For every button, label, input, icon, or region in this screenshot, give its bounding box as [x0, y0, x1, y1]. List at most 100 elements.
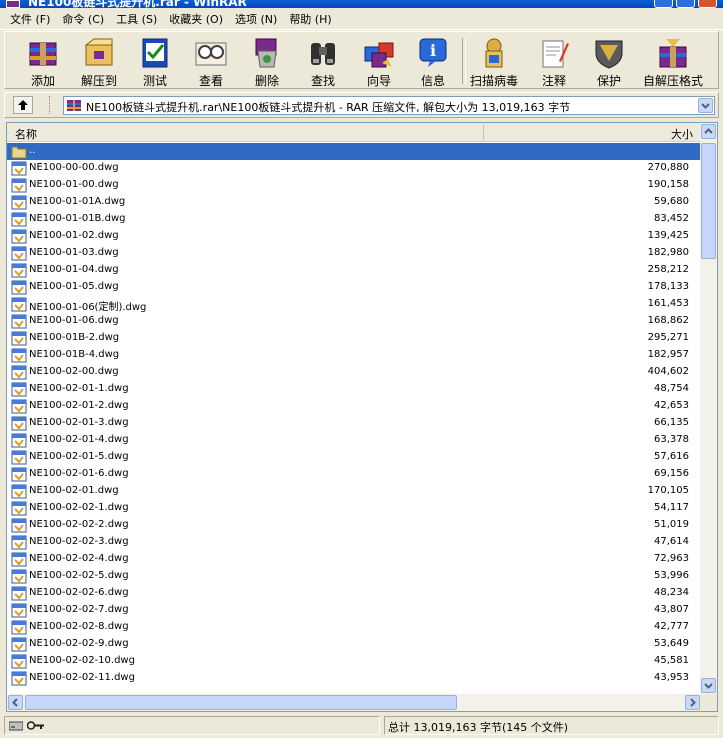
file-row[interactable]: NE100-02-01-1.dwg 48,754 [7, 381, 701, 398]
vertical-scroll-thumb[interactable] [701, 143, 716, 259]
file-row[interactable]: NE100-01-00.dwg 190,158 [7, 177, 701, 194]
file-row[interactable]: NE100-02-02-2.dwg 51,019 [7, 517, 701, 534]
file-row[interactable]: NE100-02-02-3.dwg 47,614 [7, 534, 701, 551]
scroll-down-button[interactable] [701, 678, 716, 693]
delete-icon [255, 38, 277, 68]
file-row[interactable]: NE100-02-02-1.dwg 54,117 [7, 500, 701, 517]
file-row[interactable]: NE100-01-06.dwg 168,862 [7, 313, 701, 330]
dwg-file-icon [11, 331, 27, 346]
file-row[interactable]: NE100-02-02-7.dwg 43,807 [7, 602, 701, 619]
file-size: 295,271 [647, 332, 689, 343]
file-size: 53,649 [654, 638, 689, 649]
file-row[interactable]: NE100-02-02-9.dwg 53,649 [7, 636, 701, 653]
file-row[interactable]: NE100-01B-2.dwg 295,271 [7, 330, 701, 347]
up-folder-button[interactable] [13, 96, 33, 114]
file-name: NE100-01-02.dwg [29, 230, 119, 241]
file-name: NE100-01-01B.dwg [29, 213, 126, 224]
address-path: NE100板链斗式提升机.rar\NE100板链斗式提升机 - RAR 压缩文件… [86, 101, 571, 114]
file-row[interactable]: NE100-02-00.dwg 404,602 [7, 364, 701, 381]
delete-button[interactable]: 删除 [239, 34, 295, 88]
dwg-file-icon [11, 484, 27, 499]
drive-icon[interactable] [9, 720, 23, 731]
file-row[interactable]: NE100-02-01-5.dwg 57,616 [7, 449, 701, 466]
close-button[interactable] [698, 0, 717, 8]
menu-options[interactable]: 选项 (N) [229, 11, 283, 27]
file-row[interactable]: NE100-02-01-3.dwg 66,135 [7, 415, 701, 432]
dwg-file-icon [11, 569, 27, 584]
file-row[interactable]: NE100-02-02-10.dwg 45,581 [7, 653, 701, 670]
file-name: NE100-02-00.dwg [29, 366, 119, 377]
file-name: NE100-02-02-9.dwg [29, 638, 129, 649]
file-row[interactable]: NE100-01-01B.dwg 83,452 [7, 211, 701, 228]
file-size: 404,602 [647, 366, 689, 377]
file-row[interactable]: NE100-02-01-2.dwg 42,653 [7, 398, 701, 415]
file-row[interactable]: NE100-01-05.dwg 178,133 [7, 279, 701, 296]
column-divider[interactable] [483, 125, 484, 140]
file-row[interactable]: NE100-02-02-8.dwg 42,777 [7, 619, 701, 636]
horizontal-scrollbar[interactable] [7, 694, 701, 711]
wizard-button[interactable]: 向导 [351, 34, 407, 88]
maximize-button[interactable] [676, 0, 695, 8]
file-name: NE100-01-00.dwg [29, 179, 119, 190]
dwg-file-icon [11, 161, 27, 176]
file-name: NE100-02-01-6.dwg [29, 468, 129, 479]
file-size: 168,862 [647, 315, 689, 326]
dwg-file-icon [11, 382, 27, 397]
protect-button[interactable]: 保护 [581, 34, 637, 88]
vertical-scrollbar[interactable] [700, 123, 717, 694]
file-row[interactable]: NE100-02-02-11.dwg 43,953 [7, 670, 701, 687]
menu-commands[interactable]: 命令 (C) [56, 11, 110, 27]
file-row[interactable]: NE100-01-04.dwg 258,212 [7, 262, 701, 279]
menu-help[interactable]: 帮助 (H) [283, 11, 337, 27]
file-size: 161,453 [647, 298, 689, 309]
file-row[interactable]: NE100-02-01-4.dwg 63,378 [7, 432, 701, 449]
file-list[interactable]: 名称 大小 .. NE100-00-00.dwg 270,880 NE100-01-… [6, 122, 718, 712]
file-size: 43,953 [654, 672, 689, 683]
dwg-file-icon [11, 467, 27, 482]
status-summary: 总计 13,019,163 字节(145 个文件) [388, 721, 569, 734]
view-button[interactable]: 查看 [183, 34, 239, 88]
file-row[interactable]: NE100-01-03.dwg 182,980 [7, 245, 701, 262]
key-icon[interactable] [27, 721, 45, 730]
minimize-button[interactable] [654, 0, 673, 8]
scroll-right-button[interactable] [685, 695, 700, 710]
chevron-right-icon [690, 698, 696, 707]
file-row[interactable]: NE100-02-02-4.dwg 72,963 [7, 551, 701, 568]
file-row[interactable]: NE100-01-06(定制).dwg 161,453 [7, 296, 701, 313]
comment-button[interactable]: 注释 [526, 34, 582, 88]
sfx-button[interactable]: 自解压格式 [639, 34, 707, 88]
address-field[interactable]: NE100板链斗式提升机.rar\NE100板链斗式提升机 - RAR 压缩文件… [63, 96, 715, 115]
file-size: 57,616 [654, 451, 689, 462]
file-row[interactable]: NE100-00-00.dwg 270,880 [7, 160, 701, 177]
column-size-header[interactable]: 大小 [671, 126, 693, 142]
parent-folder-row[interactable]: .. [7, 143, 701, 160]
find-button[interactable]: 查找 [295, 34, 351, 88]
add-archive-icon [29, 42, 57, 66]
info-icon: i [419, 38, 447, 67]
winrar-app-icon[interactable] [6, 0, 20, 8]
menu-tools[interactable]: 工具 (S) [110, 11, 163, 27]
file-row[interactable]: NE100-02-02-6.dwg 48,234 [7, 585, 701, 602]
file-row[interactable]: NE100-02-01-6.dwg 69,156 [7, 466, 701, 483]
file-row[interactable]: NE100-02-02-5.dwg 53,996 [7, 568, 701, 585]
extract-to-button[interactable]: 解压到 [71, 34, 127, 88]
add-button[interactable]: 添加 [15, 34, 71, 88]
file-row[interactable]: NE100-01-02.dwg 139,425 [7, 228, 701, 245]
test-button[interactable]: 测试 [127, 34, 183, 88]
menu-file[interactable]: 文件 (F) [4, 11, 56, 27]
file-row[interactable]: NE100-01B-4.dwg 182,957 [7, 347, 701, 364]
scroll-left-button[interactable] [8, 695, 23, 710]
file-row[interactable]: NE100-02-01.dwg 170,105 [7, 483, 701, 500]
column-name-header[interactable]: 名称 [15, 126, 37, 142]
scroll-up-button[interactable] [701, 124, 716, 139]
file-size: 47,614 [654, 536, 689, 547]
file-row[interactable]: NE100-01-01A.dwg 59,680 [7, 194, 701, 211]
file-size: 258,212 [647, 264, 689, 275]
info-button[interactable]: i 信息 [405, 34, 461, 88]
virus-scan-button[interactable]: 扫描病毒 [466, 34, 522, 88]
horizontal-scroll-thumb[interactable] [25, 695, 457, 710]
find-label: 查找 [310, 74, 335, 88]
address-dropdown-button[interactable] [698, 98, 713, 113]
file-name: NE100-02-01-2.dwg [29, 400, 129, 411]
menu-favorites[interactable]: 收藏夹 (O) [163, 11, 229, 27]
